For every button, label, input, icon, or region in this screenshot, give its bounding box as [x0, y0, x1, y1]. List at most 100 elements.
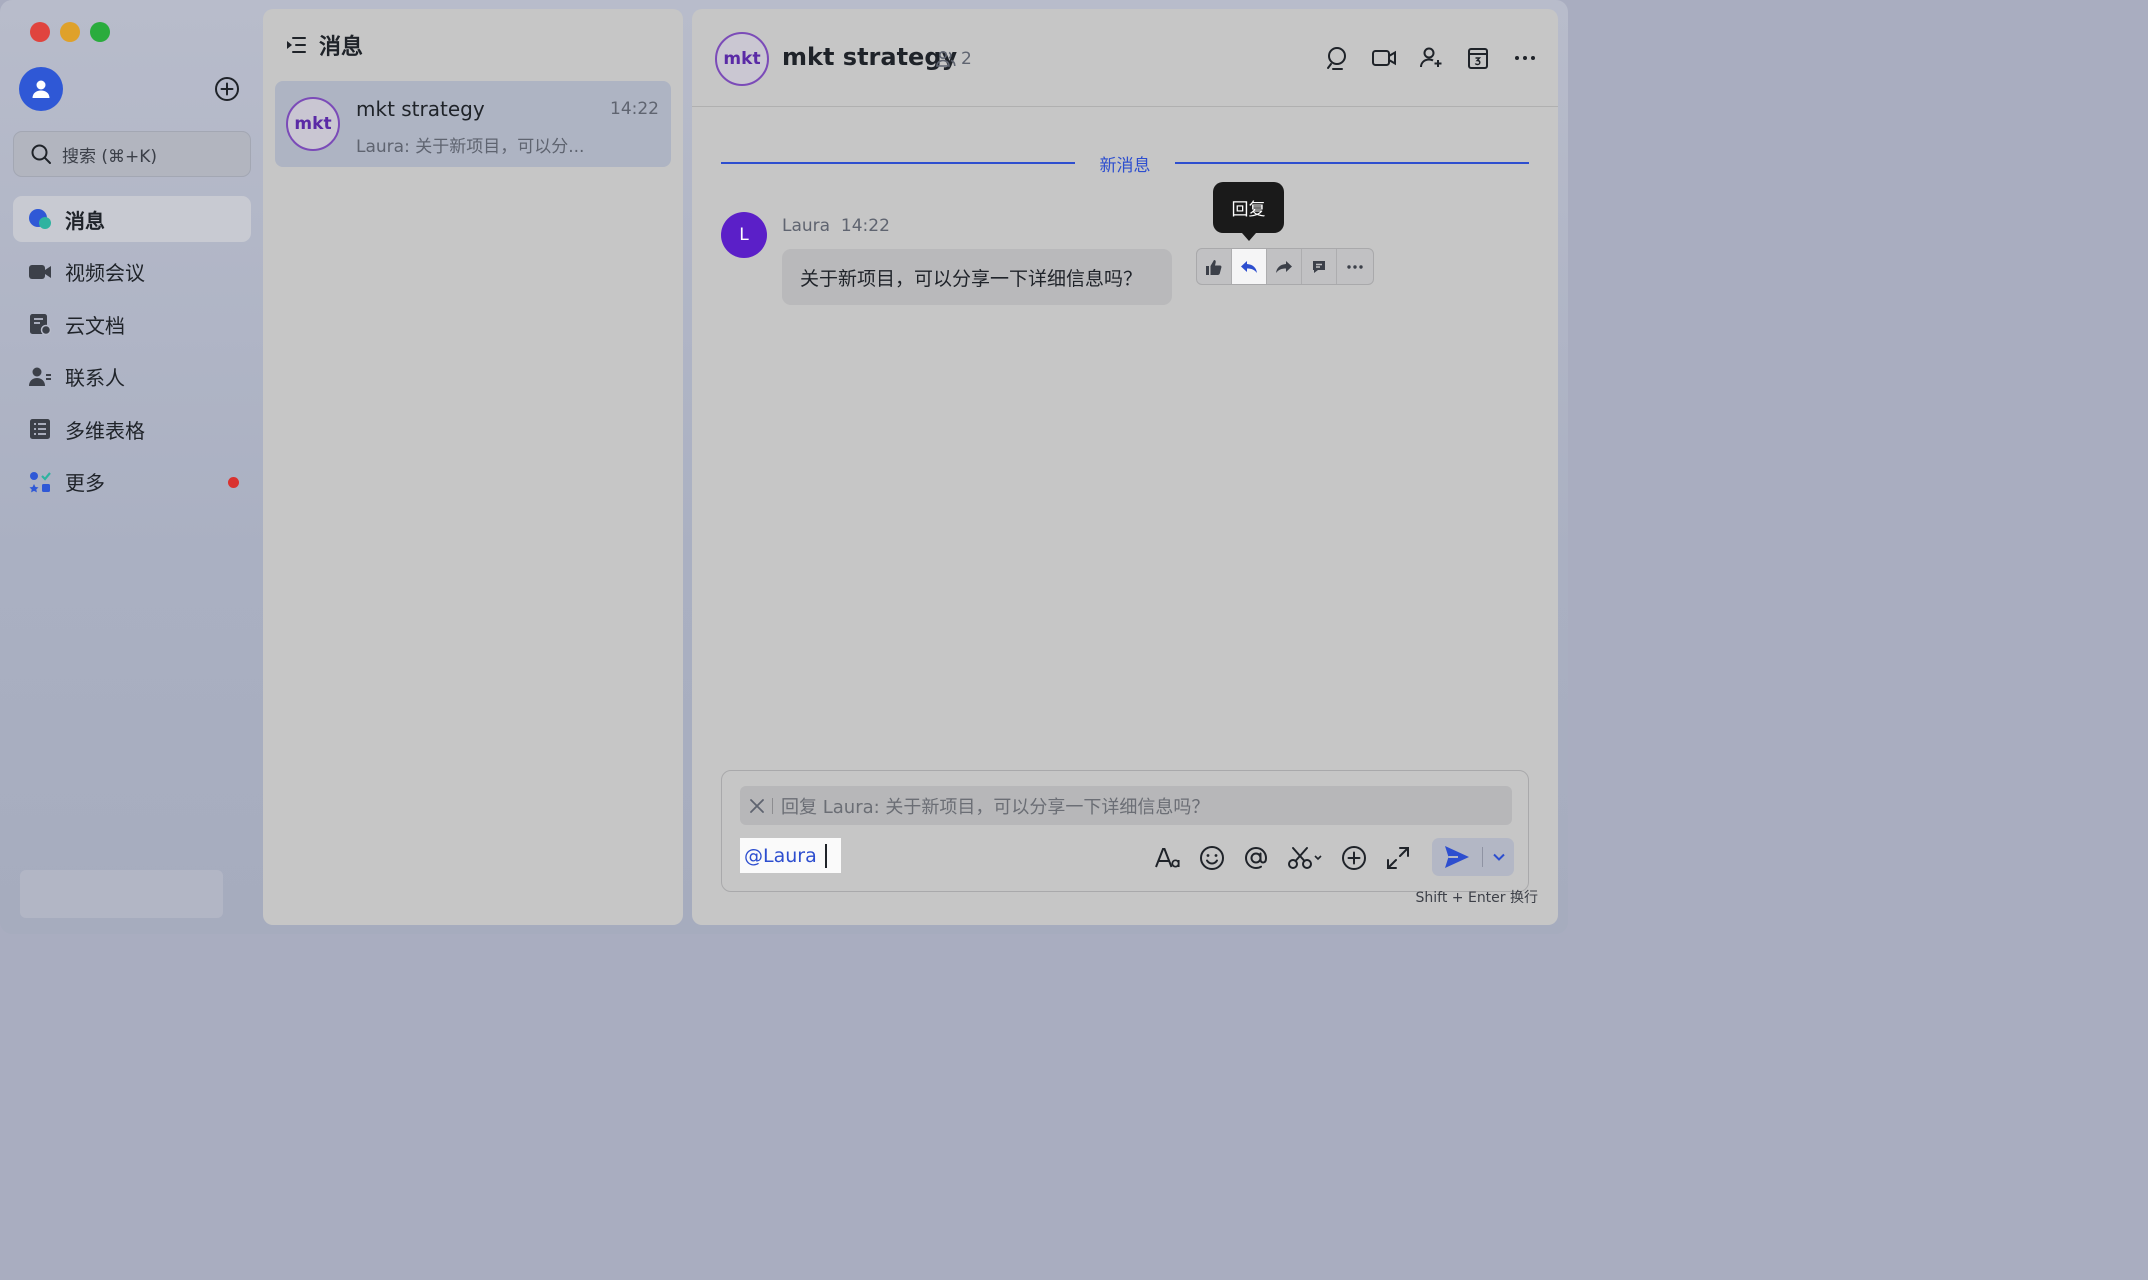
sender-name: Laura — [782, 216, 831, 236]
text-cursor — [824, 843, 827, 868]
conversation-list-panel: 消息 mkt mkt strategy 14:22 Laura: 关于新项目，可… — [263, 9, 683, 925]
close-icon[interactable] — [748, 797, 766, 815]
quote-message-icon — [1313, 260, 1325, 273]
zoom-window-button[interactable] — [90, 22, 110, 42]
plus-circle-icon — [215, 77, 239, 101]
message-actions — [1196, 248, 1374, 285]
table-grid-icon — [27, 416, 53, 442]
chat-panel: mkt mkt strategy 2 新消息 L Laura 14:22 关于新… — [692, 9, 1558, 925]
expand-icon — [1387, 847, 1409, 869]
conversation-item[interactable]: mkt mkt strategy 14:22 Laura: 关于新项目，可以分.… — [275, 81, 671, 167]
text-format-button[interactable] — [1154, 844, 1182, 872]
sender-avatar[interactable]: L — [721, 212, 767, 258]
forward-button[interactable] — [1267, 249, 1302, 284]
nav-item-more[interactable]: 更多 — [13, 459, 251, 505]
text-format-icon — [1155, 848, 1180, 868]
chat-bubble-icon — [27, 206, 53, 232]
close-window-button[interactable] — [30, 22, 50, 42]
search-icon — [1327, 47, 1346, 70]
search-icon — [31, 144, 51, 164]
reply-tooltip: 回复 — [1213, 182, 1284, 241]
group-avatar: mkt — [286, 97, 340, 151]
create-new-button[interactable] — [214, 76, 240, 102]
group-avatar[interactable]: mkt — [715, 32, 769, 86]
mention-tag: @Laura — [744, 844, 817, 867]
send-icon — [1445, 846, 1469, 868]
send-options-button[interactable] — [1483, 838, 1514, 876]
thumbs-up-icon — [1206, 259, 1222, 275]
like-button[interactable] — [1197, 249, 1232, 284]
shortcut-hint: Shift + Enter 换行 — [1415, 890, 1538, 906]
more-horizontal-icon — [1515, 56, 1535, 60]
send-button[interactable] — [1432, 838, 1482, 876]
member-count[interactable]: 2 — [936, 49, 972, 69]
message-time: 14:22 — [840, 216, 890, 236]
message-meta: Laura 14:22 — [782, 216, 890, 236]
nav-label: 多维表格 — [65, 418, 145, 443]
nav-item-messages[interactable]: 消息 — [13, 196, 251, 242]
nav-label: 消息 — [65, 208, 105, 233]
conversation-preview: Laura: 关于新项目，可以分... — [356, 137, 585, 157]
more-actions-button[interactable] — [1337, 249, 1372, 284]
add-user-icon — [1420, 47, 1442, 68]
nav-item-video-meeting[interactable]: 视频会议 — [13, 249, 251, 295]
list-header: 消息 — [285, 29, 363, 61]
reply-icon — [1241, 260, 1257, 273]
bottom-placeholder — [20, 870, 223, 918]
person-icon — [32, 80, 50, 98]
more-options-button[interactable] — [1512, 45, 1538, 71]
nav-item-contacts[interactable]: 联系人 — [13, 354, 251, 400]
send-button-group — [1432, 838, 1514, 876]
reply-preview-bar: 回复 Laura: 关于新项目，可以分享一下详细信息吗？ — [740, 786, 1512, 825]
add-member-button[interactable] — [1418, 45, 1444, 71]
conversation-time: 14:22 — [610, 99, 659, 119]
header-toolbar — [1324, 45, 1538, 71]
chat-title[interactable]: mkt strategy — [782, 43, 957, 71]
left-sidebar: 搜索 (⌘+K) 消息 视频会议 云文档 联系人 多维表格 更多 — [0, 0, 262, 934]
composer-toolbar — [1154, 844, 1412, 872]
emoji-icon — [1200, 846, 1224, 870]
window-controls — [30, 22, 110, 42]
member-count-number: 2 — [961, 49, 972, 69]
chat-header: mkt mkt strategy 2 — [692, 9, 1558, 107]
members-icon — [936, 50, 956, 67]
more-horizontal-icon — [1346, 264, 1363, 269]
video-call-button[interactable] — [1371, 45, 1397, 71]
nav-label: 视频会议 — [65, 261, 145, 285]
nav-label: 云文档 — [65, 313, 125, 338]
quote-button[interactable] — [1302, 249, 1337, 284]
conversation-name: mkt strategy — [356, 97, 485, 121]
video-camera-icon — [1372, 50, 1396, 66]
forward-icon — [1276, 260, 1292, 273]
app-window: 搜索 (⌘+K) 消息 视频会议 云文档 联系人 多维表格 更多 消息 mkt … — [0, 0, 1568, 934]
expand-editor-button[interactable] — [1384, 844, 1412, 872]
nav-item-cloud-docs[interactable]: 云文档 — [13, 301, 251, 347]
main-nav: 消息 视频会议 云文档 联系人 多维表格 更多 — [13, 196, 251, 511]
message-input[interactable]: @Laura — [740, 838, 841, 873]
calendar-button[interactable] — [1465, 45, 1491, 71]
page-title: 消息 — [319, 35, 364, 60]
calendar-icon — [1468, 48, 1488, 69]
collapse-sidebar-icon[interactable] — [285, 34, 307, 56]
search-chat-button[interactable] — [1324, 45, 1350, 71]
emoji-button[interactable] — [1198, 844, 1226, 872]
user-avatar[interactable] — [19, 67, 63, 111]
message-composer: 回复 Laura: 关于新项目，可以分享一下详细信息吗？ @Laura — [721, 770, 1529, 892]
mention-button[interactable] — [1242, 844, 1270, 872]
minimize-window-button[interactable] — [60, 22, 80, 42]
more-apps-icon — [27, 469, 53, 495]
reply-button[interactable] — [1232, 249, 1267, 284]
search-placeholder: 搜索 (⌘+K) — [62, 146, 158, 167]
new-messages-divider: 新消息 — [721, 151, 1529, 176]
scissors-icon — [1288, 847, 1322, 869]
message-bubble[interactable]: 关于新项目，可以分享一下详细信息吗？ — [782, 249, 1173, 305]
notification-badge — [228, 476, 239, 488]
chevron-down-icon — [1492, 853, 1505, 861]
search-box[interactable]: 搜索 (⌘+K) — [13, 131, 251, 177]
nav-item-bitable[interactable]: 多维表格 — [13, 406, 251, 452]
screenshot-button[interactable] — [1286, 844, 1324, 872]
plus-circle-icon — [1342, 846, 1366, 870]
reply-preview-text: 回复 Laura: 关于新项目，可以分享一下详细信息吗？ — [781, 796, 1210, 818]
more-insert-button[interactable] — [1340, 844, 1368, 872]
nav-label: 更多 — [65, 471, 105, 495]
